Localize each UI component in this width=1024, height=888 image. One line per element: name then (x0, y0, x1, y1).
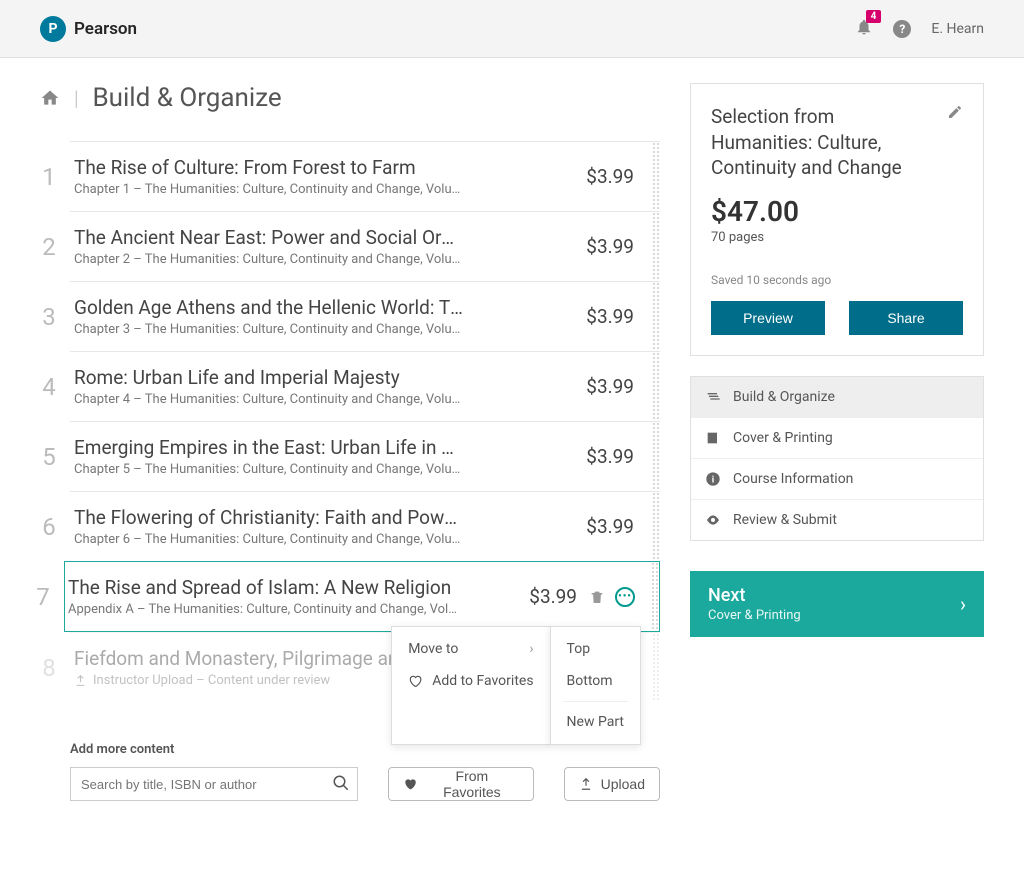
notification-badge: 4 (866, 10, 882, 23)
chapter-title: The Ancient Near East: Power and Social … (74, 226, 464, 249)
chapter-price: $3.99 (586, 445, 646, 468)
drag-handle[interactable] (652, 352, 660, 421)
nav-cover-printing[interactable]: Cover & Printing (691, 418, 983, 459)
chapter-subtitle: Chapter 4 – The Humanities: Culture, Con… (74, 392, 464, 407)
chapter-number: 1 (34, 163, 64, 191)
chapter-title: The Rise of Culture: From Forest to Farm (74, 156, 464, 179)
next-button[interactable]: Next Cover & Printing › (690, 571, 984, 637)
svg-text:i: i (712, 474, 714, 485)
chapter-subtitle: Chapter 3 – The Humanities: Culture, Con… (74, 322, 464, 337)
notifications-button[interactable]: 4 (855, 18, 873, 40)
drag-handle[interactable] (652, 142, 660, 211)
add-content-section: Add more content From Favorites Upload (70, 742, 660, 801)
share-button[interactable]: Share (849, 301, 963, 335)
chapter-price: $3.99 (586, 235, 646, 258)
chevron-right-icon: › (960, 592, 966, 616)
chapter-row-selected[interactable]: 7 The Rise and Spread of Islam: A New Re… (64, 561, 660, 632)
page-count: 70 pages (711, 230, 963, 245)
pencil-icon[interactable] (947, 104, 963, 120)
drag-handle[interactable] (652, 422, 660, 491)
selection-title: Selection from Humanities: Culture, Cont… (711, 104, 937, 181)
drag-handle[interactable] (652, 282, 660, 351)
nav-course-info[interactable]: i Course Information (691, 459, 983, 500)
menu-move-bottom[interactable]: Bottom (551, 665, 640, 697)
page-title: Build & Organize (92, 83, 281, 113)
drag-handle[interactable] (652, 633, 660, 702)
chapter-title: Rome: Urban Life and Imperial Majesty (74, 366, 464, 389)
chapter-row[interactable]: 5 Emerging Empires in the East: Urban Li… (70, 421, 660, 491)
heart-icon (408, 674, 422, 688)
more-options-button[interactable]: ••• (615, 587, 635, 607)
chapter-price: $3.99 (586, 305, 646, 328)
upload-icon (74, 674, 87, 687)
help-button[interactable]: ? (893, 20, 911, 38)
chapter-subtitle: Appendix A – The Humanities: Culture, Co… (68, 602, 458, 617)
context-menu: Move to › Add to Favorites Top Bottom Ne… (391, 626, 641, 745)
menu-add-favorites[interactable]: Add to Favorites (392, 665, 549, 697)
chapter-number: 6 (34, 513, 64, 541)
nav-review-submit[interactable]: Review & Submit (691, 500, 983, 540)
drag-handle[interactable] (651, 562, 659, 631)
chapter-price: $3.99 (586, 375, 646, 398)
next-label: Next (708, 585, 960, 606)
chapter-title: Golden Age Athens and the Hellenic World… (74, 296, 464, 319)
chapter-subtitle: Chapter 2 – The Humanities: Culture, Con… (74, 252, 464, 267)
step-nav: Build & Organize Cover & Printing i Cour… (690, 376, 984, 541)
chapter-subtitle: Chapter 6 – The Humanities: Culture, Con… (74, 532, 464, 547)
upload-button[interactable]: Upload (564, 767, 660, 801)
eye-icon (705, 512, 721, 528)
menu-move-top[interactable]: Top (551, 633, 640, 665)
app-header: P Pearson 4 ? E. Hearn (0, 0, 1024, 58)
upload-icon (579, 777, 593, 791)
menu-new-part[interactable]: New Part (551, 706, 640, 738)
chapter-number: 2 (34, 233, 64, 261)
chapter-row[interactable]: 3 Golden Age Athens and the Hellenic Wor… (70, 281, 660, 351)
chapter-title: Emerging Empires in the East: Urban Life… (74, 436, 464, 459)
chapter-title: The Rise and Spread of Islam: A New Reli… (68, 576, 458, 599)
total-price: $47.00 (711, 195, 963, 228)
breadcrumb-separator: | (74, 86, 78, 110)
chapter-title: The Flowering of Christianity: Faith and… (74, 506, 464, 529)
saved-timestamp: Saved 10 seconds ago (711, 273, 963, 287)
chapter-number: 4 (34, 373, 64, 401)
chapter-subtitle: Chapter 1 – The Humanities: Culture, Con… (74, 182, 464, 197)
chapter-price: $3.99 (529, 585, 589, 608)
brand-name: Pearson (74, 19, 137, 39)
chevron-right-icon: › (511, 641, 533, 657)
chapter-row[interactable]: 4 Rome: Urban Life and Imperial Majesty … (70, 351, 660, 421)
menu-move-to[interactable]: Move to › (392, 633, 549, 665)
chapter-list: 1 The Rise of Culture: From Forest to Fa… (40, 141, 660, 702)
home-icon[interactable] (40, 88, 60, 108)
pearson-logo-icon: P (40, 16, 66, 42)
menu-divider (563, 701, 628, 702)
heart-icon (403, 777, 417, 791)
nav-build-organize[interactable]: Build & Organize (691, 377, 983, 418)
chapter-price: $3.99 (586, 515, 646, 538)
stack-icon (705, 389, 721, 405)
chapter-number: 5 (34, 443, 64, 471)
preview-button[interactable]: Preview (711, 301, 825, 335)
chapter-number: 3 (34, 303, 64, 331)
chapter-subtitle: Chapter 5 – The Humanities: Culture, Con… (74, 462, 464, 477)
summary-card: Selection from Humanities: Culture, Cont… (690, 83, 984, 356)
book-icon (705, 430, 721, 446)
next-sublabel: Cover & Printing (708, 608, 960, 623)
search-icon[interactable] (332, 774, 350, 792)
chapter-row[interactable]: 2 The Ancient Near East: Power and Socia… (70, 211, 660, 281)
search-input[interactable] (70, 767, 358, 801)
info-icon: i (705, 471, 721, 487)
chapter-row[interactable]: 6 The Flowering of Christianity: Faith a… (70, 491, 660, 561)
breadcrumb: | Build & Organize (40, 83, 660, 113)
chapter-number: 8 (34, 654, 64, 682)
user-menu[interactable]: E. Hearn (931, 21, 984, 37)
chapter-number: 7 (28, 583, 58, 611)
brand-logo[interactable]: P Pearson (40, 16, 137, 42)
drag-handle[interactable] (652, 492, 660, 561)
drag-handle[interactable] (652, 212, 660, 281)
trash-icon[interactable] (589, 589, 605, 605)
chapter-row[interactable]: 1 The Rise of Culture: From Forest to Fa… (70, 141, 660, 211)
from-favorites-button[interactable]: From Favorites (388, 767, 533, 801)
chapter-price: $3.99 (586, 165, 646, 188)
